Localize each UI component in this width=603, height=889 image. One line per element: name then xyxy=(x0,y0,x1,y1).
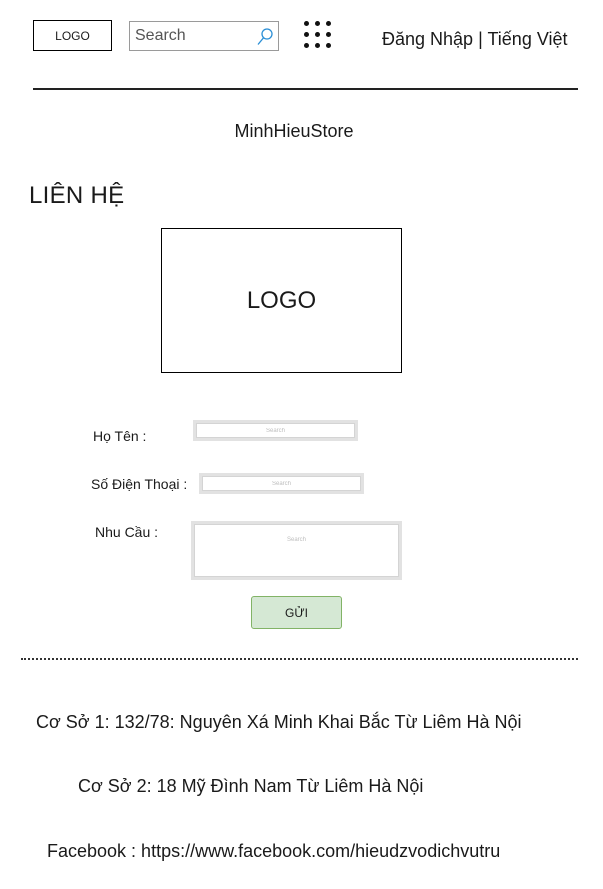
apps-grid-icon[interactable] xyxy=(304,21,334,51)
need-label: Nhu Cầu : xyxy=(95,524,159,540)
search-input[interactable] xyxy=(135,27,253,45)
need-field xyxy=(191,513,402,588)
name-field xyxy=(193,420,358,441)
search-box xyxy=(129,21,279,51)
need-textarea[interactable] xyxy=(195,513,398,588)
header-logo[interactable]: LOGO xyxy=(33,20,112,51)
phone-input[interactable] xyxy=(203,477,360,490)
name-label: Họ Tên : xyxy=(93,428,147,444)
page-title: LIÊN HỆ xyxy=(29,182,125,209)
address-branch-1: Cơ Sở 1: 132/78: Nguyên Xá Minh Khai Bắc… xyxy=(36,712,522,732)
facebook-link[interactable]: Facebook : https://www.facebook.com/hieu… xyxy=(47,841,500,861)
search-icon[interactable] xyxy=(256,27,274,47)
header-separator: | xyxy=(478,29,483,49)
login-link[interactable]: Đăng Nhập xyxy=(382,29,473,49)
phone-field xyxy=(199,473,364,494)
store-name: MinhHieuStore xyxy=(234,121,354,141)
language-link[interactable]: Tiếng Việt xyxy=(487,29,567,49)
header-divider xyxy=(33,88,578,90)
header-links: Đăng Nhập | Tiếng Việt xyxy=(382,29,568,50)
name-input[interactable] xyxy=(197,424,354,437)
send-button[interactable]: GỬI xyxy=(251,596,342,629)
facebook-line: Facebook : https://www.facebook.com/hieu… xyxy=(47,841,500,862)
phone-label: Số Điện Thoại : xyxy=(91,476,188,492)
address-branch-2: Cơ Sở 2: 18 Mỹ Đình Nam Từ Liêm Hà Nội xyxy=(78,776,424,796)
main-logo: LOGO xyxy=(161,228,402,373)
dotted-divider xyxy=(21,658,578,660)
